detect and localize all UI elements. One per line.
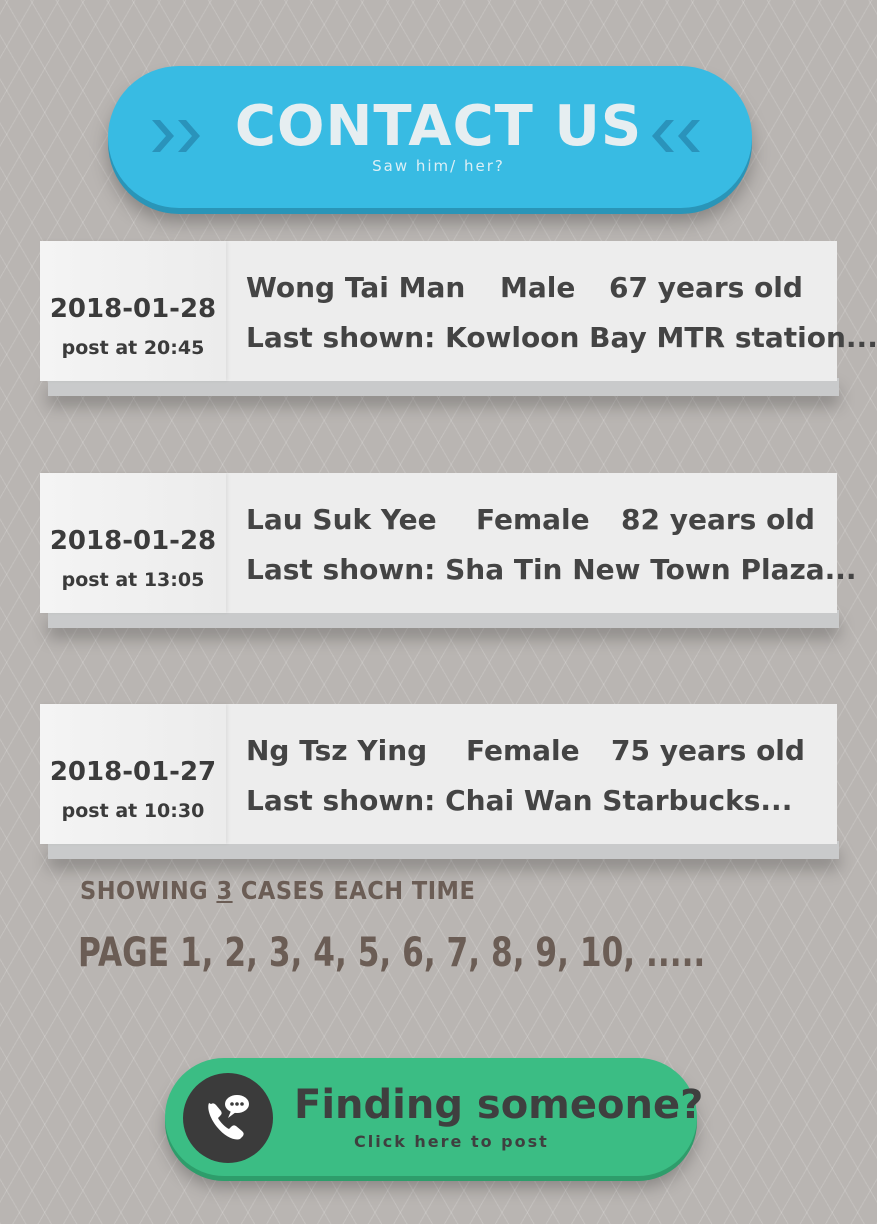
date-panel: 2018-01-27 post at 10:30: [40, 704, 226, 844]
date-panel: 2018-01-28 post at 13:05: [40, 473, 226, 613]
person-age: 75 years old: [611, 734, 805, 767]
pagination: PAGE 1, 2, 3, 4, 5, 6, 7, 8, 9, 10, ....…: [78, 930, 706, 976]
page-link-8[interactable]: 8: [491, 930, 513, 976]
contact-us-title: CONTACT US: [234, 94, 643, 159]
page-link-4[interactable]: 4: [313, 930, 335, 976]
post-date: 2018-01-27: [49, 757, 217, 787]
page-link-1[interactable]: 1: [180, 930, 202, 976]
post-time: post at 13:05: [61, 569, 205, 591]
page-link-2[interactable]: 2: [224, 930, 246, 976]
date-panel: 2018-01-28 post at 20:45: [40, 241, 226, 381]
post-date: 2018-01-28: [49, 294, 217, 324]
phone-chat-icon: [183, 1073, 273, 1163]
person-gender: Male: [500, 271, 576, 304]
last-shown: Last shown: Sha Tin New Town Plaza...: [246, 553, 857, 586]
paging-note: Showing 3 cases each time: [80, 876, 475, 905]
case-card[interactable]: 2018-01-27 post at 10:30 Ng Tsz Ying Fem…: [40, 704, 839, 859]
case-card[interactable]: 2018-01-28 post at 13:05 Lau Suk Yee Fem…: [40, 473, 857, 628]
person-name: Lau Suk Yee: [246, 503, 437, 536]
person-gender: Female: [466, 734, 580, 767]
post-button-subtitle: Click here to post: [354, 1132, 549, 1151]
page-link-7[interactable]: 7: [447, 930, 469, 976]
card-body: 2018-01-27 post at 10:30 Ng Tsz Ying Fem…: [40, 704, 837, 844]
page-link-3[interactable]: 3: [269, 930, 291, 976]
page-link-5[interactable]: 5: [358, 930, 380, 976]
person-name: Wong Tai Man: [246, 271, 466, 304]
post-time: post at 10:30: [61, 800, 205, 822]
page-link-9[interactable]: 9: [535, 930, 557, 976]
page-link-10[interactable]: 10: [580, 930, 623, 976]
per-page-count[interactable]: 3: [216, 876, 232, 905]
paging-note-suffix: cases each time: [240, 876, 476, 905]
paging-note-prefix: Showing: [80, 876, 209, 905]
case-card[interactable]: 2018-01-28 post at 20:45 Wong Tai Man Ma…: [40, 241, 877, 396]
post-time: post at 20:45: [61, 337, 205, 359]
person-age: 67 years old: [609, 271, 803, 304]
person-gender: Female: [476, 503, 590, 536]
person-name: Ng Tsz Ying: [246, 734, 428, 767]
page-label: PAGE: [78, 930, 170, 976]
contact-us-subtitle: Saw him/ her?: [372, 157, 505, 175]
person-age: 82 years old: [621, 503, 815, 536]
post-date: 2018-01-28: [49, 526, 217, 556]
last-shown: Last shown: Chai Wan Starbucks...: [246, 784, 793, 817]
page-link-more[interactable]: .....: [646, 930, 705, 976]
card-body: 2018-01-28 post at 13:05 Lau Suk Yee Fem…: [40, 473, 857, 613]
post-button-title: Finding someone?: [294, 1082, 704, 1128]
last-shown: Last shown: Kowloon Bay MTR station...: [246, 321, 877, 354]
card-body: 2018-01-28 post at 20:45 Wong Tai Man Ma…: [40, 241, 877, 381]
page-link-6[interactable]: 6: [402, 930, 424, 976]
